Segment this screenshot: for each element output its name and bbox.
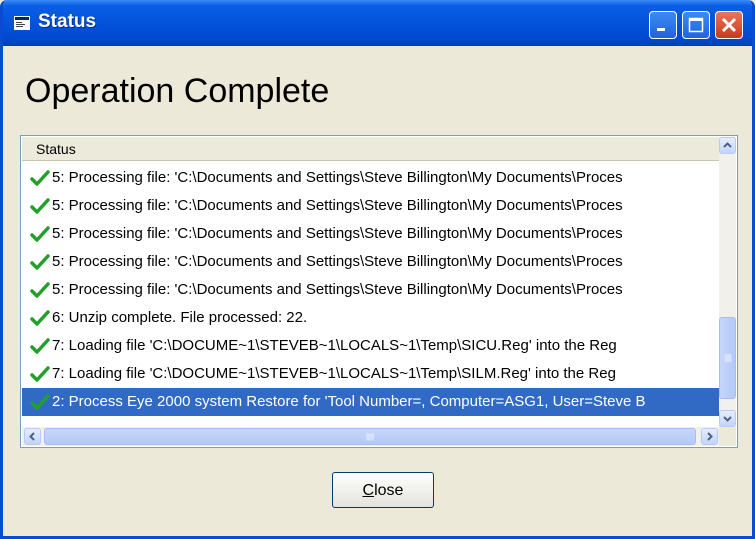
scroll-right-button[interactable] <box>701 428 718 445</box>
title-bar[interactable]: Status <box>3 0 752 46</box>
vertical-scrollbar[interactable] <box>719 137 736 427</box>
list-item-text: 5: Processing file: 'C:\Documents and Se… <box>52 253 623 270</box>
green-check-icon <box>30 198 50 214</box>
list-item-text: 5: Processing file: 'C:\Documents and Se… <box>52 281 623 298</box>
chevron-right-icon <box>707 432 713 441</box>
status-rows: 5: Processing file: 'C:\Documents and Se… <box>22 164 720 420</box>
list-item[interactable]: 5: Processing file: 'C:\Documents and Se… <box>22 248 720 276</box>
list-item[interactable]: 2: Process Eye 2000 system Restore for '… <box>22 388 720 416</box>
scroll-up-button[interactable] <box>719 137 736 154</box>
column-header-status[interactable]: Status <box>22 137 720 161</box>
green-check-icon <box>30 310 50 326</box>
green-check-icon <box>30 226 50 242</box>
grip-icon <box>366 433 374 440</box>
green-check-icon <box>30 366 50 382</box>
list-item[interactable]: 7: Loading file 'C:\DOCUME~1\STEVEB~1\LO… <box>22 332 720 360</box>
minimize-button[interactable] <box>649 11 677 39</box>
green-check-icon <box>30 170 50 186</box>
list-item-text: 5: Processing file: 'C:\Documents and Se… <box>52 225 623 242</box>
scroll-left-button[interactable] <box>24 428 41 445</box>
window-title: Status <box>38 11 97 32</box>
list-item-text: 5: Processing file: 'C:\Documents and Se… <box>52 197 623 214</box>
page-title: Operation Complete <box>25 72 330 110</box>
scrollbar-corner <box>719 427 736 446</box>
chevron-up-icon <box>723 142 732 148</box>
close-button-rest: lose <box>374 482 404 499</box>
close-button[interactable]: Close <box>332 472 434 508</box>
chevron-left-icon <box>29 432 35 441</box>
horizontal-scrollbar[interactable] <box>22 427 720 446</box>
green-check-icon <box>30 338 50 354</box>
list-item[interactable]: 5: Processing file: 'C:\Documents and Se… <box>22 220 720 248</box>
list-item-text: 7: Loading file 'C:\DOCUME~1\STEVEB~1\LO… <box>52 337 617 354</box>
list-item[interactable]: 5: Processing file: 'C:\Documents and Se… <box>22 164 720 192</box>
status-window: Status Operation Complete Status 5: Proc… <box>0 0 755 539</box>
app-icon <box>14 16 30 30</box>
list-item-text: 6: Unzip complete. File processed: 22. <box>52 309 308 326</box>
list-item-text: 5: Processing file: 'C:\Documents and Se… <box>52 169 623 186</box>
list-item-text: 2: Process Eye 2000 system Restore for '… <box>52 393 646 410</box>
scroll-down-button[interactable] <box>719 410 736 427</box>
list-item[interactable]: 5: Processing file: 'C:\Documents and Se… <box>22 192 720 220</box>
green-check-icon <box>30 254 50 270</box>
list-item[interactable]: 5: Processing file: 'C:\Documents and Se… <box>22 276 720 304</box>
status-list[interactable]: Status 5: Processing file: 'C:\Documents… <box>20 135 738 448</box>
close-button-accelerator: C <box>362 482 375 499</box>
list-item[interactable]: 6: Unzip complete. File processed: 22. <box>22 304 720 332</box>
maximize-button[interactable] <box>682 11 710 39</box>
minimize-icon <box>657 28 665 31</box>
maximize-icon <box>688 17 704 33</box>
grip-icon <box>724 354 731 362</box>
green-check-icon <box>30 394 50 410</box>
green-check-icon <box>30 282 50 298</box>
chevron-down-icon <box>723 416 732 422</box>
list-item-text: 7: Loading file 'C:\DOCUME~1\STEVEB~1\LO… <box>52 365 616 382</box>
close-icon <box>721 17 737 33</box>
close-window-button[interactable] <box>715 11 743 39</box>
horizontal-scroll-thumb[interactable] <box>44 428 696 445</box>
list-item[interactable]: 7: Loading file 'C:\DOCUME~1\STEVEB~1\LO… <box>22 360 720 388</box>
vertical-scroll-thumb[interactable] <box>719 317 736 399</box>
